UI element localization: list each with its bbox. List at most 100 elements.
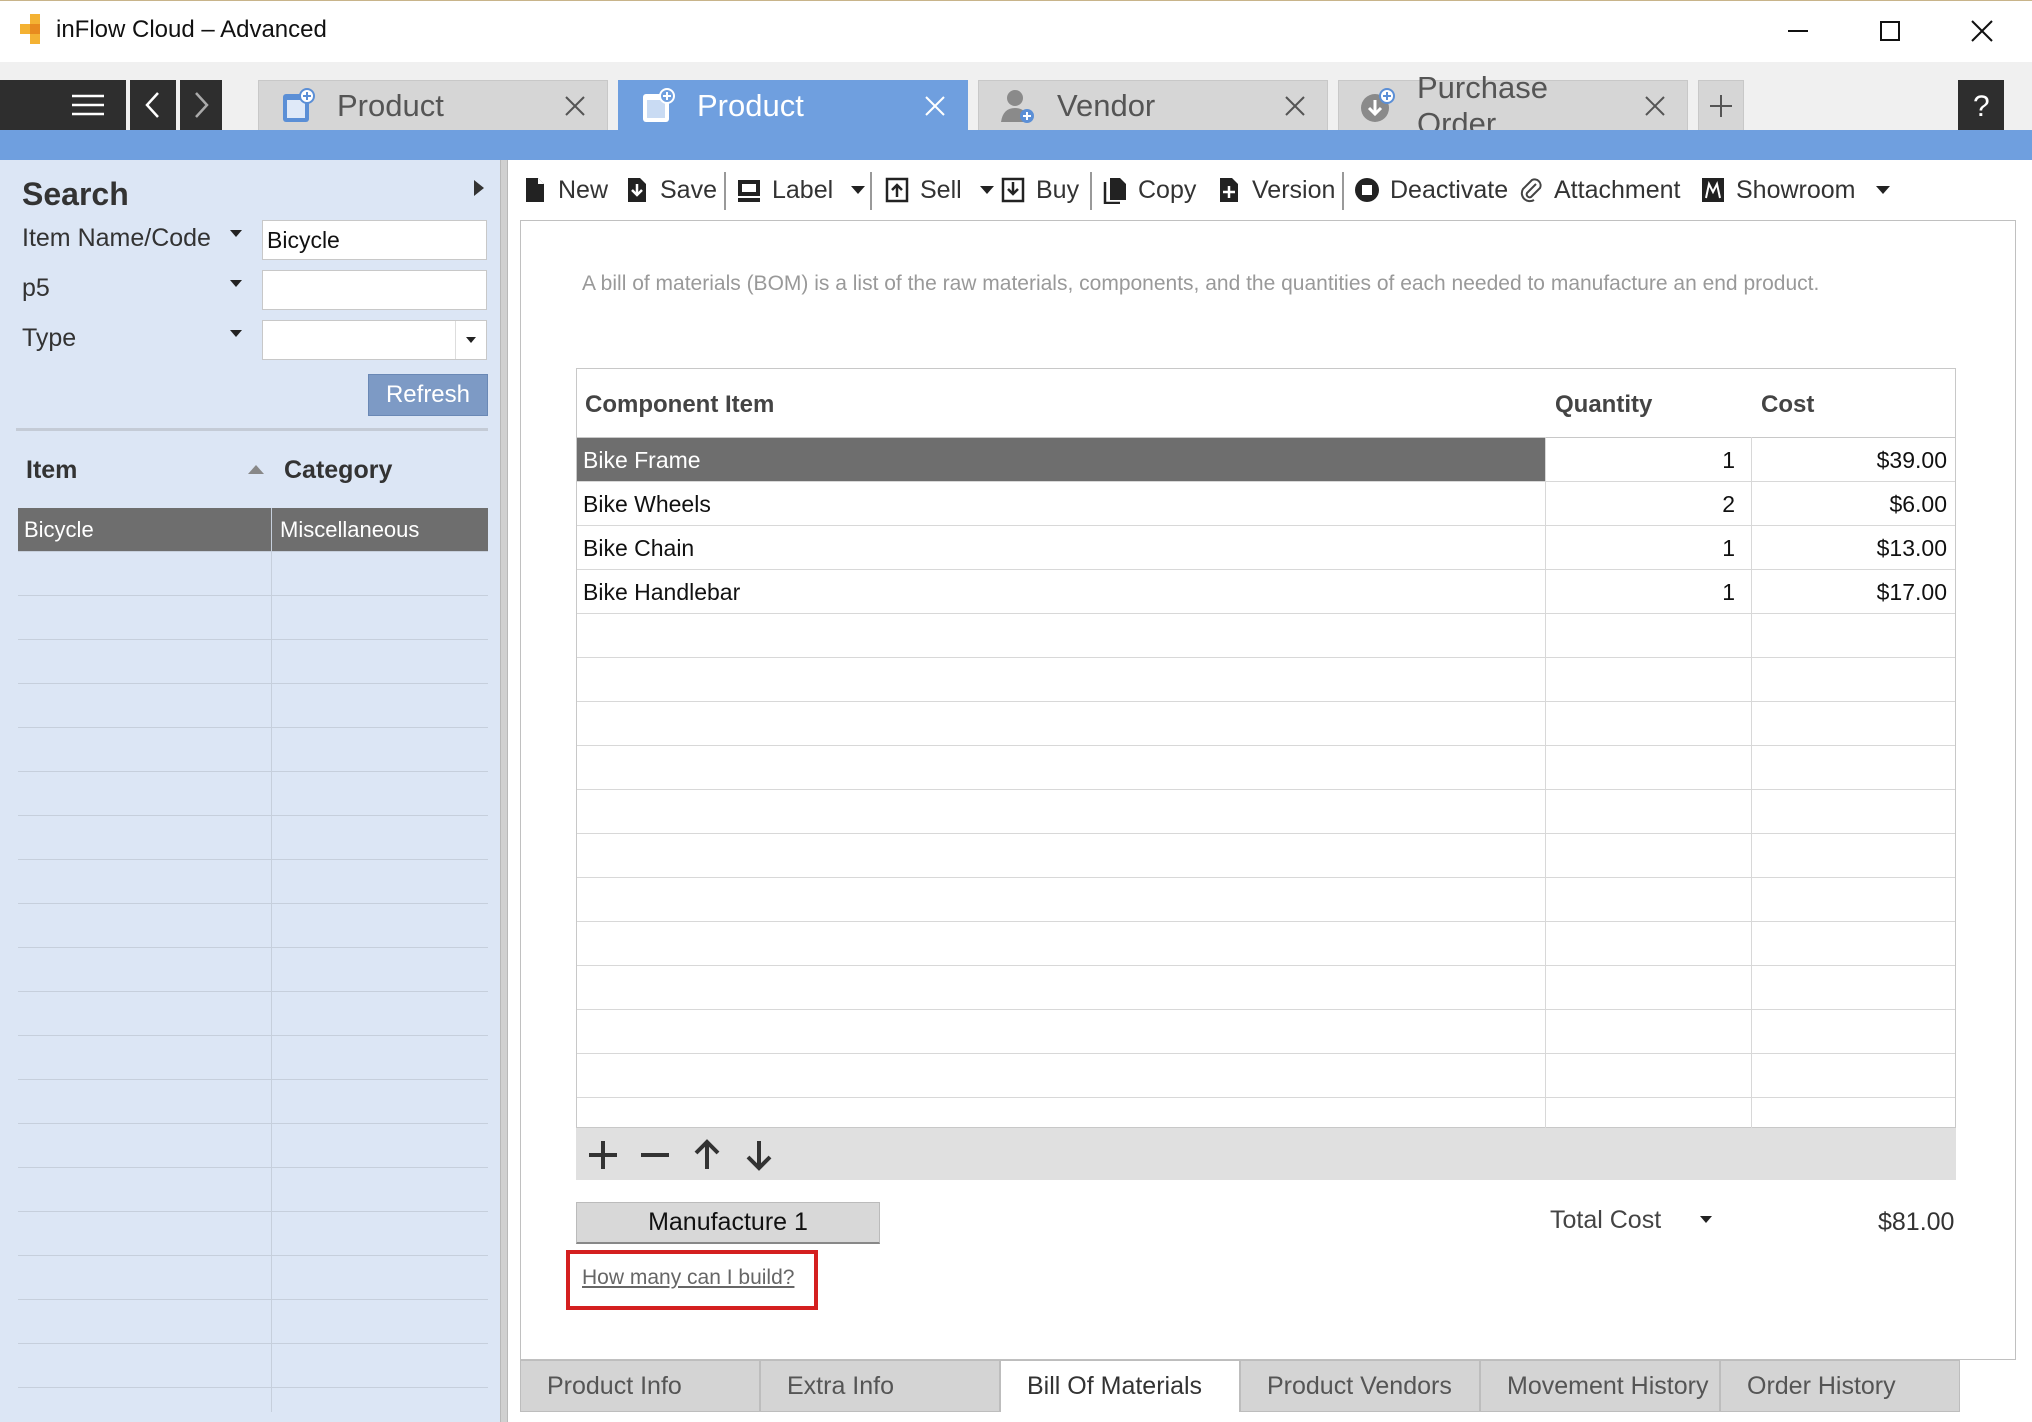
- quantity-cell[interactable]: 1: [1722, 579, 1735, 606]
- close-tab-button[interactable]: [555, 86, 595, 126]
- remove-row-icon[interactable]: [638, 1138, 672, 1172]
- table-row[interactable]: [577, 701, 1955, 745]
- list-item[interactable]: [18, 596, 488, 640]
- list-item[interactable]: [18, 1256, 488, 1300]
- field-options-caret-icon[interactable]: [230, 330, 242, 337]
- table-row[interactable]: Bike Handlebar 1 $17.00: [577, 569, 1955, 613]
- list-item[interactable]: [18, 816, 488, 860]
- tab-bill-of-materials[interactable]: Bill Of Materials: [1000, 1360, 1240, 1412]
- list-item[interactable]: [18, 1300, 488, 1344]
- column-header-component-item[interactable]: Component Item: [585, 391, 774, 419]
- table-row[interactable]: [577, 965, 1955, 1009]
- close-tab-button[interactable]: [915, 86, 955, 126]
- quantity-cell[interactable]: 2: [1722, 491, 1735, 518]
- table-row[interactable]: [577, 833, 1955, 877]
- list-item[interactable]: [18, 772, 488, 816]
- close-window-button[interactable]: [1936, 0, 2028, 62]
- close-tab-button[interactable]: [1635, 86, 1675, 126]
- tab-movement-history[interactable]: Movement History: [1480, 1360, 1720, 1412]
- attachment-button[interactable]: Attachment: [1518, 170, 1680, 210]
- table-row[interactable]: [577, 1009, 1955, 1053]
- version-button[interactable]: Version: [1216, 170, 1335, 210]
- cost-cell[interactable]: $13.00: [1877, 535, 1947, 562]
- tab-product-vendors[interactable]: Product Vendors: [1240, 1360, 1480, 1412]
- tab-order-history[interactable]: Order History: [1720, 1360, 1960, 1412]
- column-header-cost[interactable]: Cost: [1761, 391, 1814, 419]
- list-item[interactable]: [18, 948, 488, 992]
- deactivate-button[interactable]: Deactivate: [1354, 170, 1508, 210]
- buy-button[interactable]: Buy: [1000, 170, 1079, 210]
- quantity-cell[interactable]: 1: [1722, 535, 1735, 562]
- table-row[interactable]: Bike Frame 1 $39.00: [577, 437, 1955, 482]
- copy-button[interactable]: Copy: [1102, 170, 1196, 210]
- refresh-button[interactable]: Refresh: [368, 374, 488, 416]
- list-item[interactable]: [18, 640, 488, 684]
- minimize-button[interactable]: [1752, 0, 1844, 62]
- help-button[interactable]: ?: [1958, 80, 2006, 130]
- back-button[interactable]: [130, 80, 178, 130]
- new-button[interactable]: New: [522, 170, 608, 210]
- list-item[interactable]: [18, 904, 488, 948]
- component-item-cell[interactable]: Bike Wheels: [583, 491, 711, 518]
- showroom-button[interactable]: Showroom: [1700, 170, 1890, 210]
- chevron-down-icon[interactable]: [851, 186, 866, 194]
- move-up-icon[interactable]: [690, 1138, 724, 1172]
- list-item[interactable]: [18, 1080, 488, 1124]
- list-item[interactable]: [18, 684, 488, 728]
- tab-product-2[interactable]: Product: [618, 80, 968, 130]
- column-header-quantity[interactable]: Quantity: [1555, 391, 1652, 419]
- component-item-cell[interactable]: Bike Frame: [583, 447, 701, 474]
- table-row[interactable]: [577, 745, 1955, 789]
- list-item[interactable]: [18, 1168, 488, 1212]
- save-button[interactable]: Save: [624, 170, 717, 210]
- field-options-caret-icon[interactable]: [230, 280, 242, 287]
- list-item[interactable]: [18, 992, 488, 1036]
- new-tab-button[interactable]: [1698, 80, 1744, 130]
- cost-cell[interactable]: $6.00: [1889, 491, 1947, 518]
- cost-cell[interactable]: $39.00: [1877, 447, 1947, 474]
- type-select[interactable]: [262, 320, 487, 360]
- list-item[interactable]: [18, 860, 488, 904]
- chevron-down-icon[interactable]: [1875, 186, 1890, 194]
- list-item[interactable]: [18, 1124, 488, 1168]
- table-row[interactable]: [577, 613, 1955, 657]
- tab-purchase-order[interactable]: Purchase Order: [1338, 70, 1688, 141]
- tab-vendor[interactable]: Vendor: [978, 80, 1328, 130]
- list-item[interactable]: [18, 1036, 488, 1080]
- main-menu-button[interactable]: [0, 80, 128, 130]
- table-row[interactable]: [577, 657, 1955, 701]
- panel-splitter[interactable]: [500, 160, 508, 1422]
- quantity-cell[interactable]: 1: [1722, 447, 1735, 474]
- type-dropdown-button[interactable]: [455, 321, 486, 359]
- sell-button[interactable]: Sell: [884, 170, 994, 210]
- collapse-arrow-icon[interactable]: [472, 178, 486, 198]
- list-item[interactable]: [18, 1212, 488, 1256]
- item-name-code-input[interactable]: Bicycle: [262, 220, 487, 260]
- close-tab-button[interactable]: [1275, 86, 1315, 126]
- tab-product-1[interactable]: Product: [258, 80, 608, 130]
- table-row[interactable]: [577, 789, 1955, 833]
- forward-button[interactable]: [180, 80, 224, 130]
- manufacture-button[interactable]: Manufacture 1: [576, 1202, 880, 1244]
- list-item[interactable]: [18, 728, 488, 772]
- cost-cell[interactable]: $17.00: [1877, 579, 1947, 606]
- how-many-can-i-build-link[interactable]: How many can I build?: [582, 1266, 794, 1290]
- table-row[interactable]: [577, 877, 1955, 921]
- add-row-icon[interactable]: [586, 1138, 620, 1172]
- tab-product-info[interactable]: Product Info: [520, 1360, 760, 1412]
- tab-extra-info[interactable]: Extra Info: [760, 1360, 1000, 1412]
- label-button[interactable]: Label: [736, 170, 866, 210]
- table-row[interactable]: [577, 921, 1955, 965]
- list-item[interactable]: [18, 1344, 488, 1388]
- chevron-down-icon[interactable]: [979, 186, 994, 194]
- p5-input[interactable]: [262, 270, 487, 310]
- move-down-icon[interactable]: [742, 1138, 776, 1172]
- list-item[interactable]: [18, 552, 488, 596]
- column-header-item[interactable]: Item: [26, 456, 77, 485]
- total-cost-options-caret-icon[interactable]: [1700, 1216, 1712, 1223]
- list-item[interactable]: Bicycle Miscellaneous: [18, 508, 488, 552]
- component-item-cell[interactable]: Bike Handlebar: [583, 579, 740, 606]
- column-header-category[interactable]: Category: [284, 456, 392, 485]
- component-item-cell[interactable]: Bike Chain: [583, 535, 694, 562]
- table-row[interactable]: Bike Wheels 2 $6.00: [577, 481, 1955, 525]
